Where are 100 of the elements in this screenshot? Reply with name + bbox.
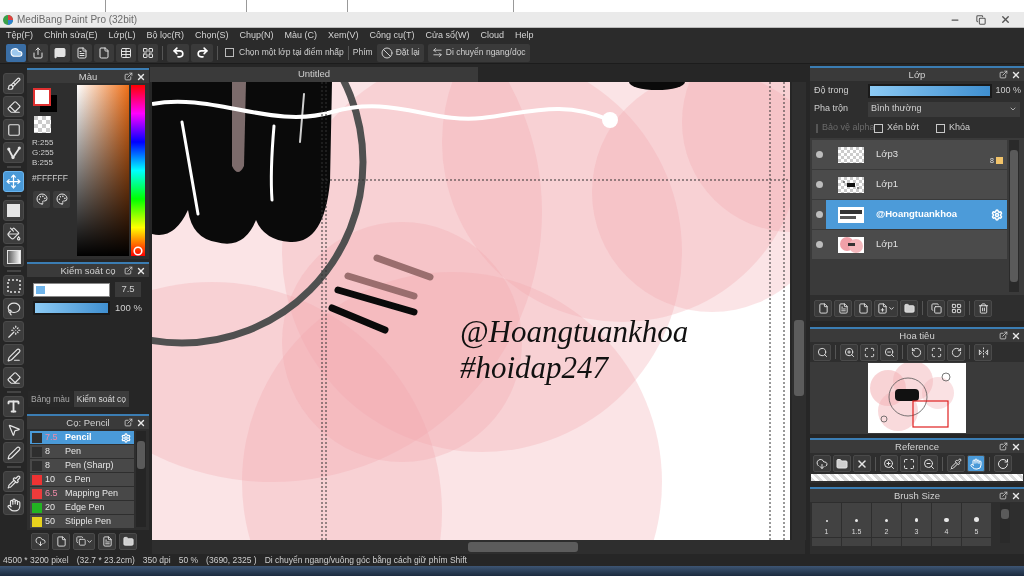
actual-size-button[interactable] (813, 343, 831, 361)
close-button[interactable] (1011, 330, 1021, 341)
close-button[interactable] (1011, 490, 1021, 501)
tool-button[interactable] (3, 494, 24, 515)
layer-row[interactable]: Lớp1 (812, 230, 1007, 259)
menu-item[interactable]: Cloud (480, 30, 505, 40)
tool-button[interactable] (3, 119, 24, 140)
grid-button[interactable] (138, 43, 158, 62)
circle-icon[interactable] (815, 241, 823, 248)
reset-view-button[interactable] (927, 343, 945, 361)
close-button[interactable] (1011, 441, 1021, 452)
move-mode-button[interactable]: Di chuyển ngang/dọc (427, 43, 530, 62)
menu-item[interactable]: Chụp(N) (239, 30, 274, 40)
checkbox[interactable] (225, 48, 234, 57)
tool-button[interactable] (3, 396, 24, 417)
tool-button[interactable] (3, 171, 24, 192)
reference-tool-button[interactable] (994, 455, 1012, 472)
hue-slider[interactable] (131, 85, 145, 256)
size-value-field[interactable]: 7.5 (115, 282, 141, 297)
brush-file-button[interactable] (98, 532, 116, 550)
detach-button[interactable] (124, 418, 133, 427)
fit-button[interactable] (860, 343, 878, 361)
note-button[interactable] (72, 43, 92, 62)
folder-button[interactable] (119, 532, 137, 550)
new-layer-button[interactable] (834, 299, 852, 317)
menu-item[interactable]: Bộ lọc(R) (146, 30, 184, 40)
redo-button[interactable] (191, 43, 213, 62)
close-button[interactable] (136, 417, 146, 428)
blend-mode-dropdown[interactable]: Bình thường (868, 101, 1020, 117)
detach-button[interactable] (124, 266, 133, 275)
tool-button[interactable] (3, 96, 24, 117)
tool-button[interactable] (3, 142, 24, 163)
tool-button[interactable] (3, 200, 24, 221)
circle-icon[interactable] (815, 181, 823, 188)
merge-layer-button[interactable] (947, 299, 965, 317)
cloud-button[interactable] (6, 43, 26, 62)
new-layer-button[interactable] (814, 299, 832, 317)
layer-row[interactable]: Lớp1 (812, 170, 1007, 199)
brush-row[interactable]: 10 G Pen (30, 473, 134, 486)
undo-button[interactable] (167, 43, 189, 62)
menu-item[interactable]: Xem(V) (328, 30, 359, 40)
new-layer-button[interactable] (854, 299, 872, 317)
menu-item[interactable]: Help (515, 30, 534, 40)
rotate-right-button[interactable] (947, 343, 965, 361)
close-button[interactable] (136, 71, 146, 82)
circle-icon[interactable] (815, 211, 823, 218)
circle-icon[interactable] (815, 151, 823, 158)
tool-button[interactable] (3, 298, 24, 319)
reference-tool-button[interactable] (813, 455, 831, 472)
menu-item[interactable]: Chỉnh sửa(E) (44, 30, 98, 40)
tool-button[interactable] (3, 344, 24, 365)
brush-row[interactable]: 50 Stipple Pen (30, 515, 134, 528)
zoom-in-button[interactable] (840, 343, 858, 361)
menu-item[interactable]: Lớp(L) (108, 30, 136, 40)
tool-button[interactable] (3, 321, 24, 342)
brush-row[interactable]: 8 Pen (Sharp) (30, 459, 134, 472)
new-brush-button[interactable] (52, 532, 70, 550)
tool-button[interactable] (3, 442, 24, 463)
panel-tab[interactable]: Kiểm soát cọ (73, 391, 129, 407)
reference-tool-button[interactable] (967, 455, 985, 472)
reference-tool-button[interactable] (853, 455, 871, 472)
tool-button[interactable] (3, 246, 24, 267)
list-button[interactable] (116, 43, 136, 62)
menu-item[interactable]: Chọn(S) (195, 30, 229, 40)
reference-tool-button[interactable] (900, 455, 918, 472)
menu-item[interactable]: Màu (C) (284, 30, 318, 40)
menu-item[interactable]: Tệp(F) (6, 30, 33, 40)
reset-button[interactable]: Đặt lại (376, 43, 424, 62)
menu-item[interactable]: Cửa sổ(W) (425, 30, 470, 40)
comment-button[interactable] (50, 43, 70, 62)
tool-button[interactable] (3, 367, 24, 388)
add-layer-dropdown-button[interactable] (874, 299, 898, 317)
document-tab[interactable]: Untitled (150, 67, 478, 82)
tool-button[interactable] (3, 471, 24, 492)
share-button[interactable] (28, 43, 48, 62)
rotate-left-button[interactable] (907, 343, 925, 361)
flip-button[interactable] (974, 343, 992, 361)
reference-tool-button[interactable] (880, 455, 898, 472)
cloud-download-button[interactable] (31, 532, 49, 550)
saturation-value-picker[interactable] (77, 85, 129, 256)
slider-track[interactable] (33, 282, 110, 297)
close-button[interactable] (1011, 69, 1021, 80)
zoom-out-button[interactable] (880, 343, 898, 361)
copy-dropdown-button[interactable] (73, 532, 95, 550)
close-button[interactable] (136, 265, 146, 276)
palette-button[interactable] (33, 190, 50, 208)
detach-button[interactable] (999, 491, 1008, 500)
reference-tool-button[interactable] (947, 455, 965, 472)
detach-button[interactable] (124, 72, 133, 81)
tool-button[interactable] (3, 419, 24, 440)
tool-button[interactable] (3, 73, 24, 94)
tool-button[interactable] (3, 275, 24, 296)
menu-item[interactable]: Công cụ(T) (369, 30, 415, 40)
duplicate-layer-button[interactable] (927, 299, 945, 317)
reference-tool-button[interactable] (833, 455, 851, 472)
palette-button[interactable] (53, 190, 70, 208)
detach-button[interactable] (999, 442, 1008, 451)
folder-button[interactable] (900, 299, 918, 317)
tool-button[interactable] (3, 223, 24, 244)
delete-layer-button[interactable] (974, 299, 992, 317)
